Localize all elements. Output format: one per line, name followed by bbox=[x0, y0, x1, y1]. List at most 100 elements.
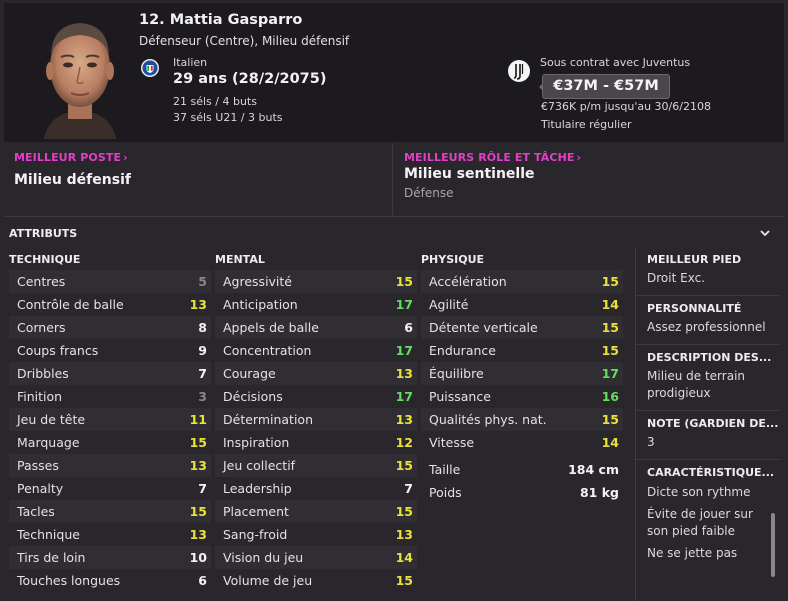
attribute-value: 13 bbox=[395, 412, 413, 427]
attribute-row[interactable]: Touches longues 6 bbox=[9, 569, 211, 592]
best-position-panel[interactable]: MEILLEUR POSTE › Milieu défensif bbox=[4, 143, 392, 215]
technique-heading: TECHNIQUE bbox=[9, 253, 81, 266]
attribute-row[interactable]: Concentration 17 bbox=[215, 339, 417, 362]
chevron-right-icon: › bbox=[576, 151, 582, 164]
attribute-row[interactable]: Dribbles 7 bbox=[9, 362, 211, 385]
attribute-label: Contrôle de balle bbox=[17, 297, 124, 312]
attribute-row[interactable]: Vision du jeu 14 bbox=[215, 546, 417, 569]
juventus-crest-icon[interactable] bbox=[507, 59, 531, 83]
attribute-value: 14 bbox=[601, 297, 619, 312]
attribute-row[interactable]: Tacles 15 bbox=[9, 500, 211, 523]
attribute-row[interactable]: Courage 13 bbox=[215, 362, 417, 385]
best-position-link[interactable]: MEILLEUR POSTE › bbox=[14, 151, 128, 164]
attribute-row[interactable]: Sang-froid 13 bbox=[215, 523, 417, 546]
trait-item: Évite de jouer sur son pied faible bbox=[647, 507, 753, 538]
transfer-value-badge[interactable]: €37M - €57M bbox=[542, 74, 670, 99]
attribute-value: 7 bbox=[198, 481, 207, 496]
attribute-row[interactable]: Détermination 13 bbox=[215, 408, 417, 431]
height-row: Taille 184 cm bbox=[421, 458, 623, 481]
description-block: DESCRIPTION DES... Milieu de terrain pro… bbox=[636, 345, 780, 411]
attribute-row[interactable]: Penalty 7 bbox=[9, 477, 211, 500]
attribute-label: Touches longues bbox=[17, 573, 121, 588]
attribute-row[interactable]: Accélération 15 bbox=[421, 270, 623, 293]
height-label: Taille bbox=[429, 462, 461, 477]
best-position-value: Milieu défensif bbox=[14, 172, 131, 188]
technique-list: Centres 5 Contrôle de balle 13 Corners 8 Coups… bbox=[9, 270, 211, 592]
attribute-value: 17 bbox=[395, 343, 413, 358]
best-role-panel[interactable]: MEILLEURS RÔLE ET TÂCHE › Milieu sentinel… bbox=[394, 143, 784, 215]
attribute-row[interactable]: Tirs de loin 10 bbox=[9, 546, 211, 569]
attribute-row[interactable]: Corners 8 bbox=[9, 316, 211, 339]
attribute-row[interactable]: Agressivité 15 bbox=[215, 270, 417, 293]
attribute-row[interactable]: Leadership 7 bbox=[215, 477, 417, 500]
attribute-row[interactable]: Détente verticale 15 bbox=[421, 316, 623, 339]
attribute-value: 6 bbox=[198, 573, 207, 588]
weight-row: Poids 81 kg bbox=[421, 481, 623, 504]
mental-heading: MENTAL bbox=[215, 253, 265, 266]
attribute-row[interactable]: Appels de balle 6 bbox=[215, 316, 417, 339]
attribute-label: Leadership bbox=[223, 481, 292, 496]
preferred-foot-heading: MEILLEUR PIED bbox=[647, 253, 742, 266]
attribute-row[interactable]: Coups francs 9 bbox=[9, 339, 211, 362]
attribute-label: Placement bbox=[223, 504, 289, 519]
attribute-row[interactable]: Finition 3 bbox=[9, 385, 211, 408]
attribute-row[interactable]: Inspiration 12 bbox=[215, 431, 417, 454]
attribute-value: 13 bbox=[189, 458, 207, 473]
traits-block: CARACTÉRISTIQUE... Dicte son rythme Évit… bbox=[636, 460, 780, 562]
attribute-label: Vitesse bbox=[429, 435, 475, 450]
attribute-value: 15 bbox=[189, 504, 207, 519]
attribute-value: 13 bbox=[395, 527, 413, 542]
attribute-row[interactable]: Anticipation 17 bbox=[215, 293, 417, 316]
attribute-label: Finition bbox=[17, 389, 63, 404]
attribute-value: 5 bbox=[198, 274, 207, 289]
attribute-label: Puissance bbox=[429, 389, 491, 404]
attribute-value: 17 bbox=[601, 366, 619, 381]
attribute-label: Vision du jeu bbox=[223, 550, 304, 565]
attribute-value: 7 bbox=[404, 481, 413, 496]
attribute-row[interactable]: Technique 13 bbox=[9, 523, 211, 546]
chevron-down-icon[interactable] bbox=[758, 226, 772, 240]
attribute-label: Jeu de tête bbox=[17, 412, 86, 427]
personality-block: PERSONNALITÉ Assez professionnel bbox=[636, 296, 780, 345]
divider bbox=[392, 143, 393, 215]
attribute-value: 9 bbox=[198, 343, 207, 358]
best-role-link[interactable]: MEILLEURS RÔLE ET TÂCHE › bbox=[404, 151, 581, 164]
attribute-label: Détermination bbox=[223, 412, 314, 427]
attribute-label: Centres bbox=[17, 274, 66, 289]
attribute-label: Concentration bbox=[223, 343, 312, 358]
italy-flag-icon bbox=[141, 59, 159, 77]
attribute-row[interactable]: Placement 15 bbox=[215, 500, 417, 523]
player-info-column: MEILLEUR PIED Droit Exc. PERSONNALITÉ As… bbox=[635, 247, 780, 601]
player-caps: 21 séls / 4 buts bbox=[173, 95, 257, 108]
attribute-row[interactable]: Qualités phys. nat. 15 bbox=[421, 408, 623, 431]
traits-scrollbar[interactable] bbox=[771, 513, 775, 577]
traits-heading: CARACTÉRISTIQUE... bbox=[647, 466, 775, 479]
attribute-value: 3 bbox=[198, 389, 207, 404]
attribute-row[interactable]: Centres 5 bbox=[9, 270, 211, 293]
attribute-value: 15 bbox=[395, 573, 413, 588]
attribute-row[interactable]: Décisions 17 bbox=[215, 385, 417, 408]
attribute-row[interactable]: Puissance 16 bbox=[421, 385, 623, 408]
attribute-row[interactable]: Passes 13 bbox=[9, 454, 211, 477]
attribute-row[interactable]: Volume de jeu 15 bbox=[215, 569, 417, 592]
attribute-label: Inspiration bbox=[223, 435, 290, 450]
attribute-value: 12 bbox=[395, 435, 413, 450]
personality-heading: PERSONNALITÉ bbox=[647, 302, 742, 315]
attribute-row[interactable]: Marquage 15 bbox=[9, 431, 211, 454]
attribute-row[interactable]: Équilibre 17 bbox=[421, 362, 623, 385]
personality-value: Assez professionnel bbox=[647, 320, 766, 334]
attribute-label: Corners bbox=[17, 320, 66, 335]
physique-list: Accélération 15 Agilité 14 Détente verticale… bbox=[421, 270, 623, 454]
trait-item: Dicte son rythme bbox=[647, 485, 751, 499]
attribute-row[interactable]: Vitesse 14 bbox=[421, 431, 623, 454]
attribute-value: 8 bbox=[198, 320, 207, 335]
player-nationality: Italien bbox=[173, 56, 208, 69]
attribute-row[interactable]: Agilité 14 bbox=[421, 293, 623, 316]
attribute-row[interactable]: Jeu collectif 15 bbox=[215, 454, 417, 477]
attribute-label: Qualités phys. nat. bbox=[429, 412, 547, 427]
attribute-label: Appels de balle bbox=[223, 320, 319, 335]
attribute-row[interactable]: Jeu de tête 11 bbox=[9, 408, 211, 431]
attribute-row[interactable]: Contrôle de balle 13 bbox=[9, 293, 211, 316]
attribute-row[interactable]: Endurance 15 bbox=[421, 339, 623, 362]
attribute-value: 15 bbox=[601, 343, 619, 358]
